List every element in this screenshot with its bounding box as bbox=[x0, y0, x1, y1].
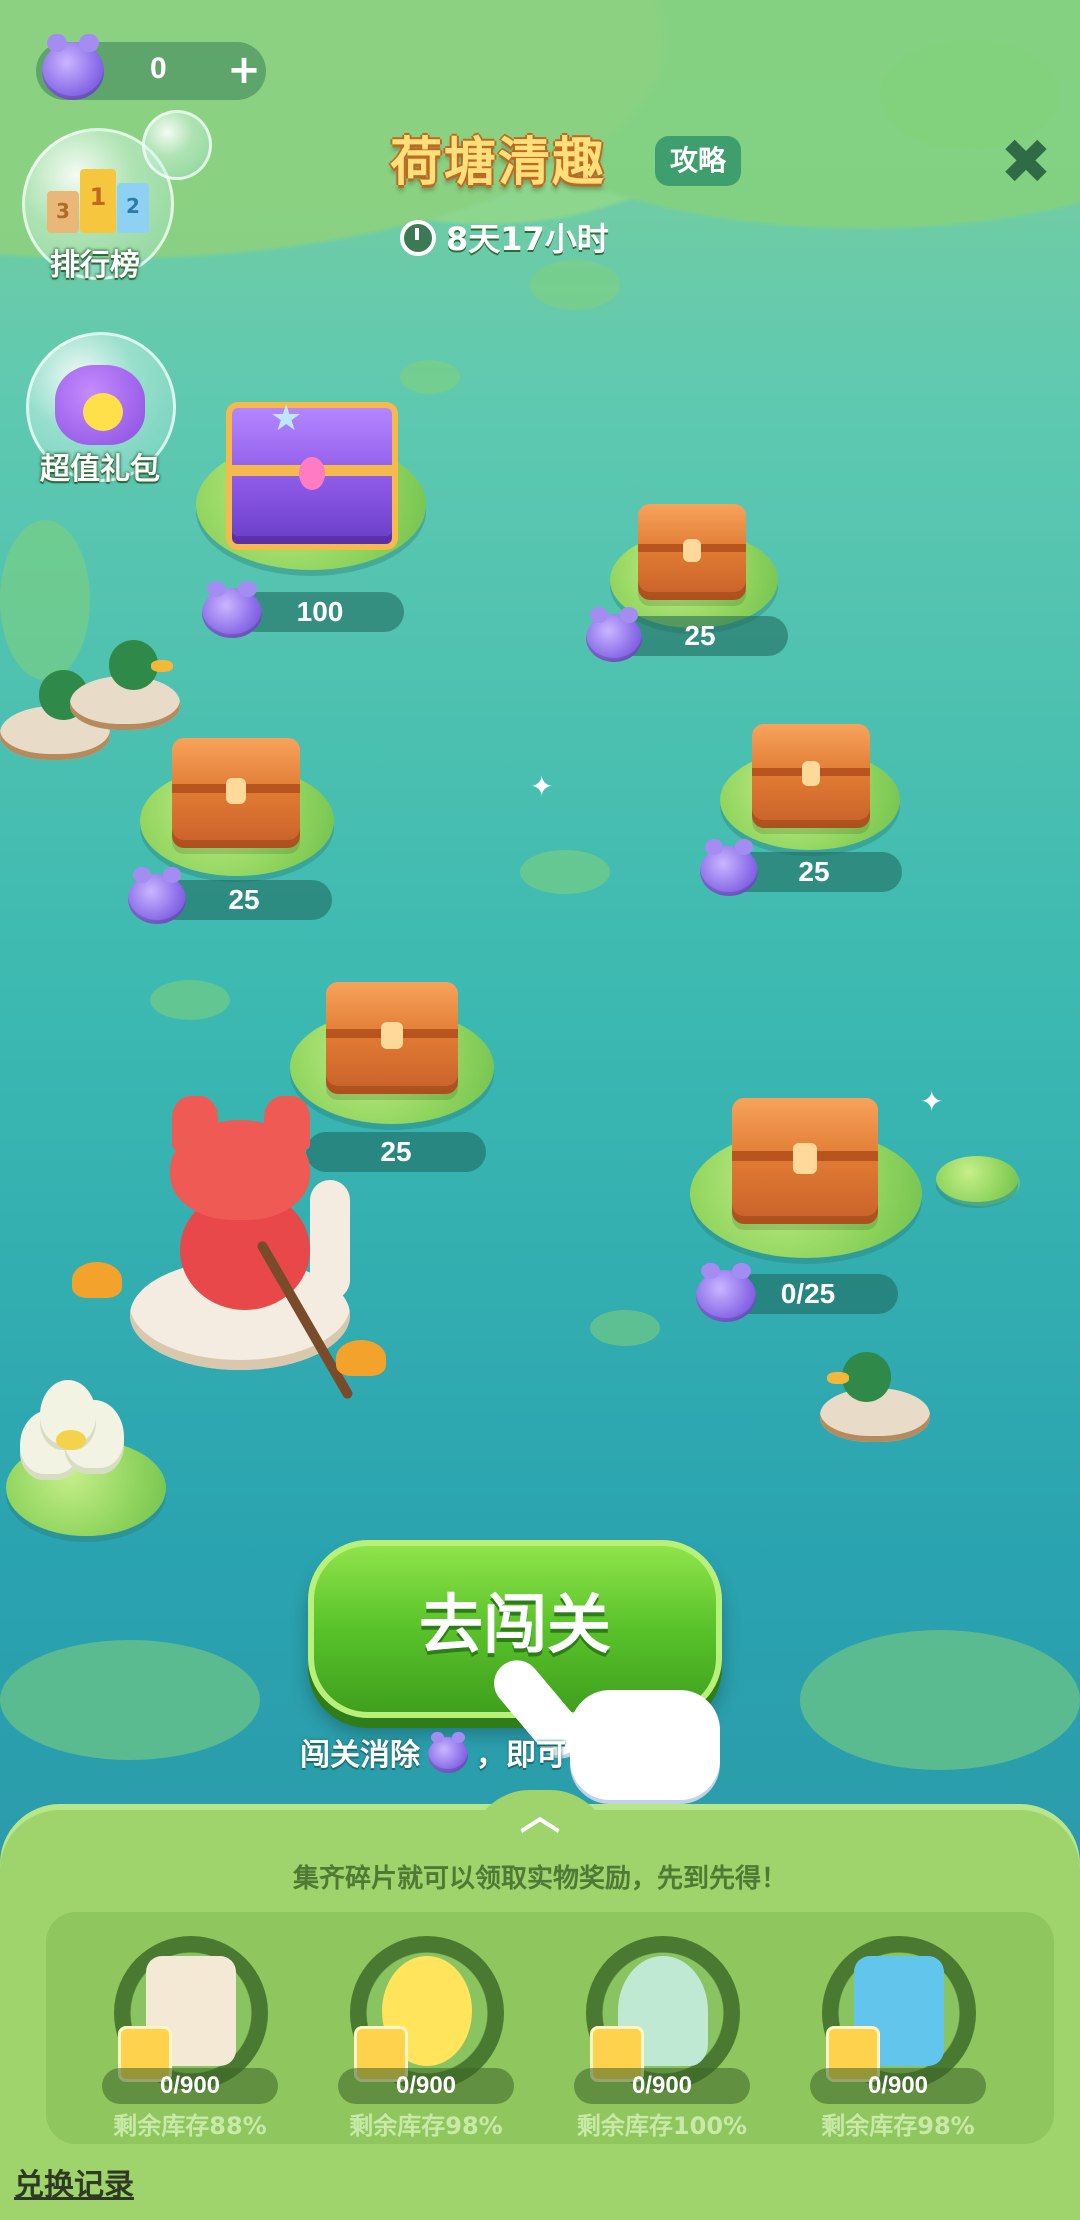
chest-4[interactable] bbox=[326, 982, 458, 1094]
podium-3: 3 bbox=[47, 191, 79, 233]
podium-1: 1 bbox=[80, 169, 116, 233]
frog-currency-icon bbox=[128, 867, 186, 924]
duck bbox=[70, 640, 180, 730]
frog-currency-icon bbox=[700, 839, 758, 896]
paddle-blade bbox=[72, 1262, 122, 1298]
lily-pad-decor bbox=[800, 1630, 1080, 1770]
prize-count: 0/900 bbox=[574, 2068, 750, 2104]
chevron-up-icon[interactable]: ︿ bbox=[520, 1796, 560, 1836]
duck bbox=[820, 1352, 930, 1442]
leaderboard-label: 排行榜 bbox=[50, 248, 140, 283]
lily-pad-decor bbox=[530, 260, 620, 310]
chest-0[interactable] bbox=[226, 402, 398, 550]
gift-pack-label: 超值礼包 bbox=[40, 452, 160, 487]
frog-currency-icon bbox=[586, 607, 642, 662]
lily-pad-decor bbox=[0, 1640, 260, 1760]
lily-pad-decor bbox=[150, 980, 230, 1020]
prize-count: 0/900 bbox=[338, 2068, 514, 2104]
prize-count: 0/900 bbox=[102, 2068, 278, 2104]
star-icon: ★ bbox=[270, 398, 303, 439]
hint-after: ，即可 bbox=[476, 1738, 566, 1773]
prize-item[interactable]: 0/900 剩余库存98% bbox=[320, 1936, 520, 2140]
prize-stock: 剩余库存98% bbox=[349, 2112, 503, 2140]
prize-stock: 剩余库存100% bbox=[576, 2112, 748, 2140]
chest-5[interactable] bbox=[732, 1098, 878, 1224]
prize-item[interactable]: 0/900 剩余库存98% bbox=[792, 1936, 992, 2140]
lily-pad-decor bbox=[520, 850, 610, 894]
chest-3[interactable] bbox=[752, 724, 870, 828]
prize-stock: 剩余库存88% bbox=[113, 2112, 267, 2140]
prize-count: 0/900 bbox=[810, 2068, 986, 2104]
hint-text: 闯关消除 ，即可 bbox=[300, 1730, 566, 1774]
lily-pad-decor bbox=[400, 360, 460, 394]
prize-stock: 剩余库存98% bbox=[821, 2112, 975, 2140]
pointing-hand-icon bbox=[484, 1640, 740, 1810]
paddle-blade bbox=[336, 1340, 386, 1376]
frog-currency-icon bbox=[42, 33, 104, 100]
close-button[interactable]: ✖ bbox=[996, 131, 1056, 193]
event-timer: 8天17小时 bbox=[400, 214, 609, 260]
timer-text: 8天17小时 bbox=[446, 220, 609, 258]
lily-pad bbox=[936, 1156, 1018, 1202]
chick-icon bbox=[83, 393, 123, 431]
lotus-flower bbox=[0, 1380, 140, 1510]
guide-button[interactable]: 攻略 bbox=[655, 136, 741, 186]
chest-2[interactable] bbox=[172, 738, 300, 848]
podium-2: 2 bbox=[117, 183, 149, 233]
sparkle-icon: ✦ bbox=[920, 1085, 944, 1118]
event-title: 荷塘清趣 bbox=[390, 133, 607, 193]
prize-item[interactable]: 0/900 剩余库存88% bbox=[84, 1936, 284, 2140]
podium-icon: 3 1 2 bbox=[47, 169, 151, 233]
hint-before: 闯关消除 bbox=[300, 1738, 420, 1773]
clock-icon bbox=[400, 220, 436, 256]
sparkle-icon: ✦ bbox=[530, 770, 554, 803]
chest-1[interactable] bbox=[638, 504, 746, 600]
reward-bubble-icon bbox=[142, 110, 212, 180]
player-character bbox=[160, 1096, 330, 1320]
lily-pad-decor bbox=[590, 1310, 660, 1346]
frog-currency-icon bbox=[202, 581, 262, 638]
add-currency-button[interactable]: + bbox=[222, 48, 266, 92]
panel-tip: 集齐碎片就可以领取实物奖励，先到先得！ bbox=[292, 1864, 787, 1894]
frog-currency-icon bbox=[696, 1262, 756, 1322]
prize-item[interactable]: 0/900 剩余库存100% bbox=[556, 1936, 756, 2140]
currency-value: 0 bbox=[150, 52, 167, 85]
frog-currency-icon bbox=[428, 1731, 468, 1773]
exchange-history-link[interactable]: 兑换记录 bbox=[14, 2160, 134, 2204]
